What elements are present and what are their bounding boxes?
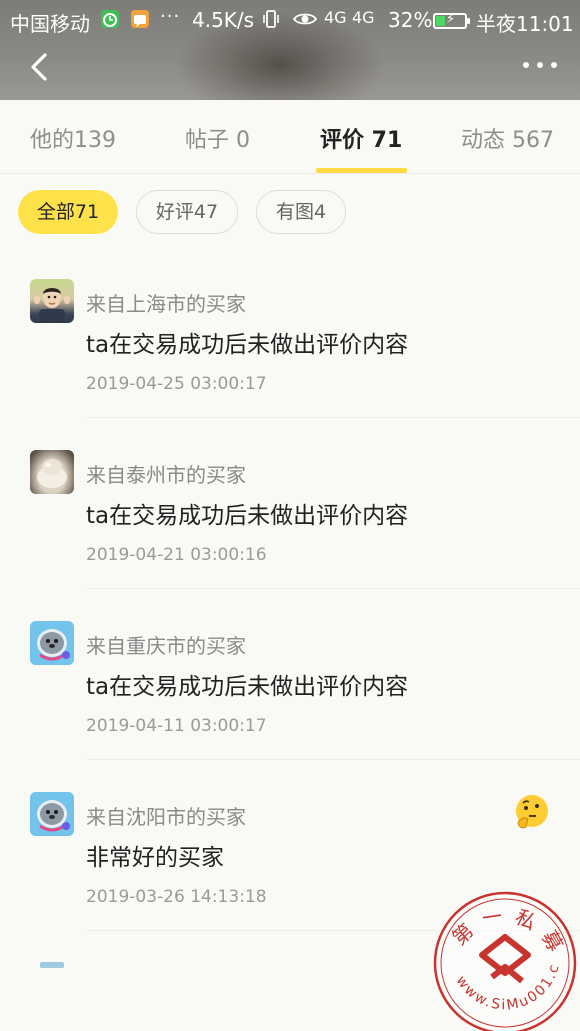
profile-tabs: 他的139 帖子 0 评价 71 动态 567 [0, 100, 580, 174]
review-source: 来自沈阳市的买家 [86, 805, 246, 829]
review-date: 2019-04-21 03:00:16 [86, 545, 267, 565]
review-date: 2019-04-11 03:00:17 [86, 716, 267, 736]
profile-reviews-page: 中国移动 ··· 4.5K/s 4G 4G 32% ⚡ 半夜11:01 他的13… [0, 0, 580, 1031]
avatar[interactable] [30, 279, 74, 323]
avatar[interactable] [30, 621, 74, 665]
battery-percent: 32% [388, 8, 433, 32]
more-dots-icon [551, 62, 557, 68]
review-item[interactable]: 来自重庆市的买家 ta在交易成功后未做出评价内容 2019-04-11 03:0… [0, 621, 580, 792]
profile-header: 中国移动 ··· 4.5K/s 4G 4G 32% ⚡ 半夜11:01 [0, 0, 580, 100]
filter-with-photos-chip[interactable]: 有图4 [256, 190, 346, 234]
signal-4g-a-label: 4G [324, 8, 347, 27]
active-tab-indicator [316, 168, 407, 173]
filter-all-chip[interactable]: 全部71 [18, 190, 118, 234]
status-bar: 中国移动 ··· 4.5K/s 4G 4G 32% ⚡ 半夜11:01 [0, 0, 580, 40]
message-notification-icon [131, 10, 149, 28]
battery-icon: ⚡ [433, 12, 470, 29]
more-notifications-indicator: ··· [160, 6, 181, 27]
divider [86, 588, 580, 589]
review-date: 2019-03-26 14:13:18 [86, 887, 267, 907]
review-filter-chips: 全部71 好评47 有图4 [0, 190, 580, 236]
review-source: 来自泰州市的买家 [86, 463, 246, 487]
divider [86, 417, 580, 418]
charging-icon: ⚡ [446, 12, 456, 27]
watermark-seal: 第一私募 www.SiMu001.cn [425, 873, 580, 1031]
network-speed: 4.5K/s [192, 8, 255, 32]
review-content: ta在交易成功后未做出评价内容 [86, 674, 409, 700]
tab-his-items[interactable]: 他的139 [30, 122, 116, 154]
tab-activity[interactable]: 动态 567 [461, 122, 554, 154]
more-dots-icon [537, 62, 543, 68]
tab-posts[interactable]: 帖子 0 [185, 122, 250, 154]
avatar[interactable] [30, 792, 74, 836]
review-content: 非常好的买家 [86, 845, 224, 871]
clock: 半夜11:01 [476, 12, 574, 36]
thinking-emoji-icon[interactable] [512, 793, 552, 833]
avatar[interactable] [30, 450, 74, 494]
tab-reviews[interactable]: 评价 71 [320, 122, 402, 154]
avatar [40, 962, 64, 968]
more-dots-icon [523, 62, 529, 68]
filter-positive-chip[interactable]: 好评47 [136, 190, 238, 234]
review-source: 来自重庆市的买家 [86, 634, 246, 658]
review-item[interactable]: 来自泰州市的买家 ta在交易成功后未做出评价内容 2019-04-21 03:0… [0, 450, 580, 621]
review-content: ta在交易成功后未做出评价内容 [86, 332, 409, 358]
app-notification-icon [101, 10, 119, 28]
review-content: ta在交易成功后未做出评价内容 [86, 503, 409, 529]
chevron-left-icon [31, 53, 47, 81]
vibrate-icon [262, 8, 280, 34]
more-button[interactable] [520, 56, 560, 76]
battery-level [436, 16, 445, 26]
back-button[interactable] [22, 50, 58, 86]
review-date: 2019-04-25 03:00:17 [86, 374, 267, 394]
review-source: 来自上海市的买家 [86, 292, 246, 316]
signal-4g-b-label: 4G [352, 8, 375, 27]
review-item[interactable]: 来自上海市的买家 ta在交易成功后未做出评价内容 2019-04-25 03:0… [0, 279, 580, 450]
divider [86, 759, 580, 760]
carrier-name: 中国移动 [10, 12, 90, 36]
eye-comfort-icon [292, 8, 318, 34]
